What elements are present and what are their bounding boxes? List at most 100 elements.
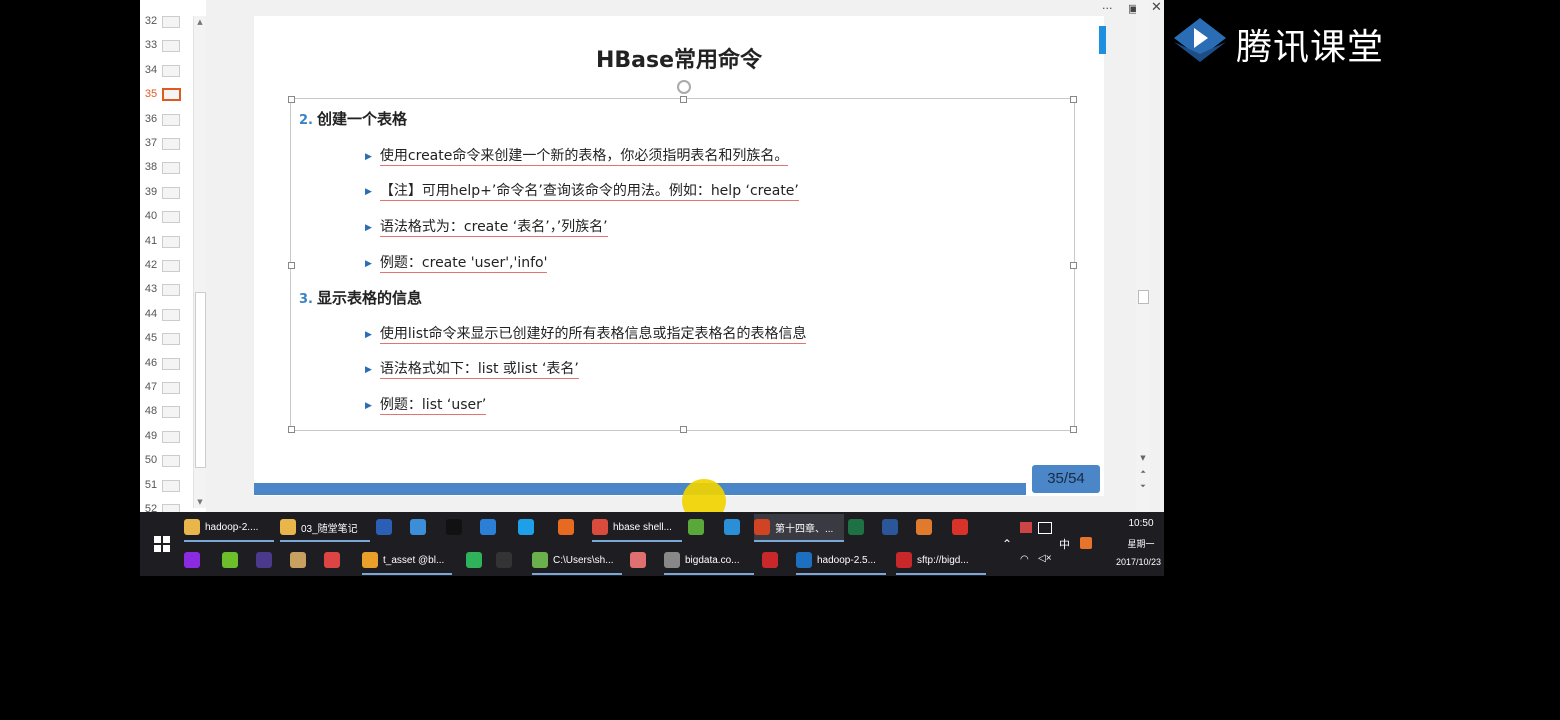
- taskbar-button-powerpoint[interactable]: 第十四章、...: [754, 514, 844, 542]
- resize-handle[interactable]: [680, 426, 687, 433]
- taskbar-button-matlab[interactable]: [916, 514, 937, 540]
- resize-handle[interactable]: [1070, 96, 1077, 103]
- taskbar-button-network[interactable]: [410, 514, 431, 540]
- taskbar-button-eclipse[interactable]: [256, 547, 277, 573]
- slide-thumbnail[interactable]: 35: [140, 83, 206, 107]
- taskbar-button-diagram[interactable]: [324, 547, 345, 573]
- slide-thumbnail[interactable]: 40: [140, 205, 206, 229]
- slide-thumbnail[interactable]: 41: [140, 230, 206, 254]
- slide-thumbnail-preview[interactable]: [162, 357, 180, 370]
- taskbar-button-axure[interactable]: [184, 547, 205, 573]
- resize-handle[interactable]: [288, 96, 295, 103]
- mute-speaker-icon[interactable]: ◁×: [1038, 553, 1052, 564]
- next-slide-icon[interactable]: ⏷: [1136, 482, 1150, 491]
- wifi-icon[interactable]: ◠: [1020, 554, 1029, 565]
- slide-title[interactable]: HBase常用命令: [254, 42, 1104, 74]
- slide-thumbnail-preview[interactable]: [162, 138, 180, 150]
- content-textbox[interactable]: 2. 创建一个表格 ▶ 使用create命令来创建一个新的表格，你必须指明表名和列族…: [288, 96, 1077, 433]
- clock-weekday[interactable]: 星期一: [1118, 537, 1164, 550]
- slide-thumbnail[interactable]: 46: [140, 352, 206, 376]
- slide-thumbnail[interactable]: 33: [140, 34, 206, 58]
- slide-thumbnail[interactable]: 47: [140, 376, 206, 400]
- slide-thumbnail-preview[interactable]: [162, 211, 180, 224]
- slide-thumbnail[interactable]: 37: [140, 132, 206, 156]
- slide-thumbnail-preview[interactable]: [162, 382, 180, 394]
- slide-thumbnail-preview[interactable]: [162, 162, 180, 175]
- taskbar-button-green-circle[interactable]: [222, 547, 243, 573]
- battery-icon[interactable]: [1038, 522, 1052, 534]
- taskbar-button-pycharm[interactable]: [466, 547, 487, 573]
- slide-thumbnail-preview[interactable]: [162, 113, 180, 126]
- slide-thumbnail[interactable]: 39: [140, 181, 206, 205]
- taskbar-button-folder[interactable]: hadoop-2....: [184, 514, 274, 542]
- slide-thumbnail[interactable]: 42: [140, 254, 206, 278]
- windows-start-icon[interactable]: [154, 536, 170, 552]
- tray-up-arrow-icon[interactable]: ⌃: [1002, 537, 1012, 551]
- slide-thumbnail[interactable]: 43: [140, 278, 206, 302]
- tray-app-icon[interactable]: [1020, 522, 1032, 533]
- taskbar-button-bird-app[interactable]: [724, 514, 745, 540]
- slide-thumbnail-preview[interactable]: [162, 406, 180, 419]
- slide-thumbnail[interactable]: 50: [140, 449, 206, 473]
- resize-handle[interactable]: [288, 262, 295, 269]
- resize-handle[interactable]: [680, 96, 687, 103]
- resize-handle[interactable]: [1070, 426, 1077, 433]
- taskbar-button-filezilla[interactable]: [762, 547, 783, 573]
- slide-thumbnail[interactable]: 51: [140, 474, 206, 498]
- slide-canvas[interactable]: HBase常用命令 2. 创建一个表格 ▶ 使用create命令来创建一个新的表格，…: [254, 16, 1106, 523]
- slide-thumbnail-preview[interactable]: [162, 88, 181, 102]
- taskbar-button-green-app[interactable]: [688, 514, 709, 540]
- slide-thumbnail-preview[interactable]: [162, 186, 180, 199]
- slide-thumbnail-preview[interactable]: [162, 430, 180, 443]
- taskbar-button-filezilla[interactable]: sftp://bigd...: [896, 547, 986, 575]
- taskbar-button-virtualbox[interactable]: hadoop-2.5...: [796, 547, 886, 575]
- slide-thumbnail[interactable]: 36: [140, 108, 206, 132]
- slide-thumbnail-preview[interactable]: [162, 284, 180, 297]
- ime-indicator[interactable]: 中: [1059, 536, 1070, 552]
- slide-thumbnail-preview[interactable]: [162, 455, 180, 468]
- slide-thumbnail[interactable]: 48: [140, 400, 206, 424]
- slide-thumbnail[interactable]: 32: [140, 10, 206, 34]
- more-icon[interactable]: ···: [1102, 2, 1113, 15]
- slide-thumbnail-preview[interactable]: [162, 333, 180, 346]
- taskbar-button-chrome[interactable]: hbase shell...: [592, 514, 682, 542]
- slide-thumbnail-preview[interactable]: [162, 16, 180, 28]
- scroll-down-icon[interactable]: ▼: [1136, 454, 1150, 462]
- slide-thumbnail[interactable]: 38: [140, 156, 206, 180]
- slide-thumbnail-preview[interactable]: [162, 64, 180, 77]
- editor-scrollbar[interactable]: ▼ ⏶ ⏷: [1136, 0, 1150, 512]
- scroll-thumb[interactable]: [1138, 290, 1149, 304]
- slide-thumbnail-preview[interactable]: [162, 260, 180, 272]
- rotate-handle-icon[interactable]: [677, 80, 691, 94]
- taskbar-button-eraser[interactable]: [630, 547, 651, 573]
- slide-thumbnail[interactable]: 44: [140, 303, 206, 327]
- taskbar-button-qq[interactable]: [446, 514, 467, 540]
- taskbar-button-xmind[interactable]: [952, 514, 973, 540]
- taskbar-button-navicat[interactable]: t_asset @bl...: [362, 547, 452, 575]
- taskbar-button-k-app[interactable]: [480, 514, 501, 540]
- taskbar-button-excel[interactable]: [848, 514, 869, 540]
- resize-handle[interactable]: [288, 426, 295, 433]
- clock-time[interactable]: 10:50: [1118, 518, 1164, 529]
- slide-thumbnail-preview[interactable]: [162, 235, 180, 248]
- taskbar-button-firefox[interactable]: [558, 514, 579, 540]
- slide-thumbnail[interactable]: 49: [140, 425, 206, 449]
- sogou-ime-icon[interactable]: [1080, 537, 1092, 549]
- slide-thumbnail[interactable]: 34: [140, 59, 206, 83]
- clock-date[interactable]: 2017/10/23: [1098, 557, 1161, 567]
- slide-thumbnail-preview[interactable]: [162, 479, 180, 492]
- taskbar-button-word[interactable]: [882, 514, 903, 540]
- taskbar-button-g-app[interactable]: [376, 514, 397, 540]
- taskbar-button-folder[interactable]: 03_随堂笔记: [280, 514, 370, 542]
- taskbar-button-cup[interactable]: [290, 547, 311, 573]
- resize-handle[interactable]: [1070, 262, 1077, 269]
- taskbar-button-ie[interactable]: [518, 514, 539, 540]
- taskbar-button-server[interactable]: bigdata.co...: [664, 547, 754, 575]
- taskbar-button-jetbrains[interactable]: [496, 547, 517, 573]
- taskbar-button-notepad[interactable]: C:\Users\sh...: [532, 547, 622, 575]
- close-icon[interactable]: ✕: [1151, 0, 1162, 15]
- slide-thumbnail-preview[interactable]: [162, 40, 180, 53]
- prev-slide-icon[interactable]: ⏶: [1136, 468, 1150, 477]
- slide-thumbnail[interactable]: 45: [140, 327, 206, 351]
- slide-thumbnail-preview[interactable]: [162, 308, 180, 321]
